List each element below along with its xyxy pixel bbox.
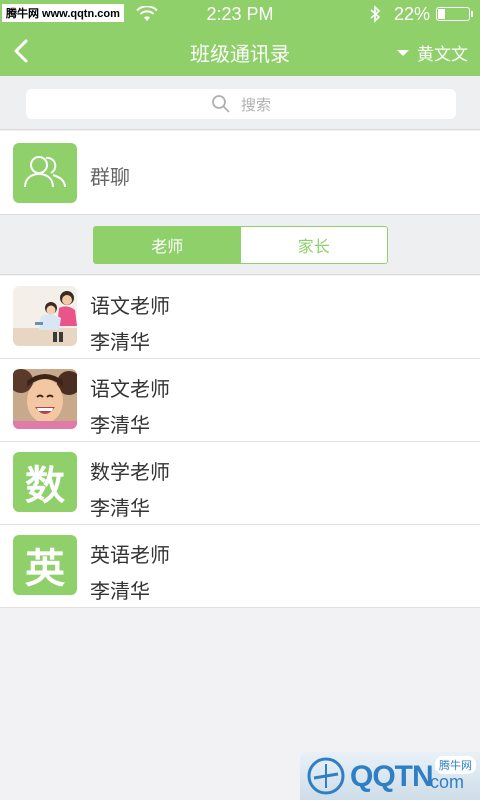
watermark-logo: QQTN com 腾牛网 [300,752,480,800]
search-input[interactable]: 搜索 [26,89,456,119]
contact-role: 数学老师 [90,460,170,484]
tab-teachers[interactable]: 老师 [94,227,241,263]
group-users-icon [24,156,66,188]
role-segmented-control: 老师 家长 [93,226,388,264]
header-bar: 腾牛网 www.qqtn.com 2:23 PM 22% 班级通讯录 黄文文 [0,0,480,76]
contact-item[interactable]: 数 数学老师 李清华 [0,442,480,525]
status-bar: 腾牛网 www.qqtn.com 2:23 PM 22% [0,0,480,28]
group-chat-label: 群聊 [90,165,130,189]
user-switcher[interactable]: 黄文文 [397,40,468,65]
contact-avatar-photo [13,369,77,429]
qqtn-logo-icon [307,757,345,795]
contact-name: 李清华 [90,496,150,520]
battery-level [438,9,446,19]
role-tabs-bar: 老师 家长 [0,215,480,275]
battery-icon [436,7,473,21]
contact-item[interactable]: 语文老师 李清华 [0,276,480,359]
contact-role: 英语老师 [90,543,170,567]
contact-name: 李清华 [90,579,150,603]
battery-percentage: 22% [394,4,431,24]
group-chat-avatar [13,143,77,203]
contact-item[interactable]: 语文老师 李清华 [0,359,480,442]
contact-item[interactable]: 英 英语老师 李清华 [0,525,480,608]
contact-list: 语文老师 李清华 语文老师 李清华 数 数学老师 李清华 英 英语老师 李清华 [0,276,480,608]
search-bar: 搜索 [0,76,480,130]
watermark-badge: 腾牛网 [435,756,476,774]
subject-avatar-english: 英 [13,535,77,595]
contact-name: 李清华 [90,330,150,354]
search-icon [212,95,230,113]
bluetooth-icon [370,5,381,23]
watermark-suffix: com [430,772,465,792]
tab-parents[interactable]: 家长 [240,227,387,263]
group-chat-row[interactable]: 群聊 [0,131,480,215]
watermark-brand: QQTN [350,760,434,793]
contact-role: 语文老师 [90,294,170,318]
caret-down-icon [397,49,409,56]
contact-role: 语文老师 [90,377,170,401]
search-placeholder: 搜索 [240,95,271,114]
contact-name: 李清华 [90,413,150,437]
subject-avatar-math: 数 [13,452,77,512]
contact-avatar-photo [13,286,77,346]
user-name: 黄文文 [417,45,468,65]
